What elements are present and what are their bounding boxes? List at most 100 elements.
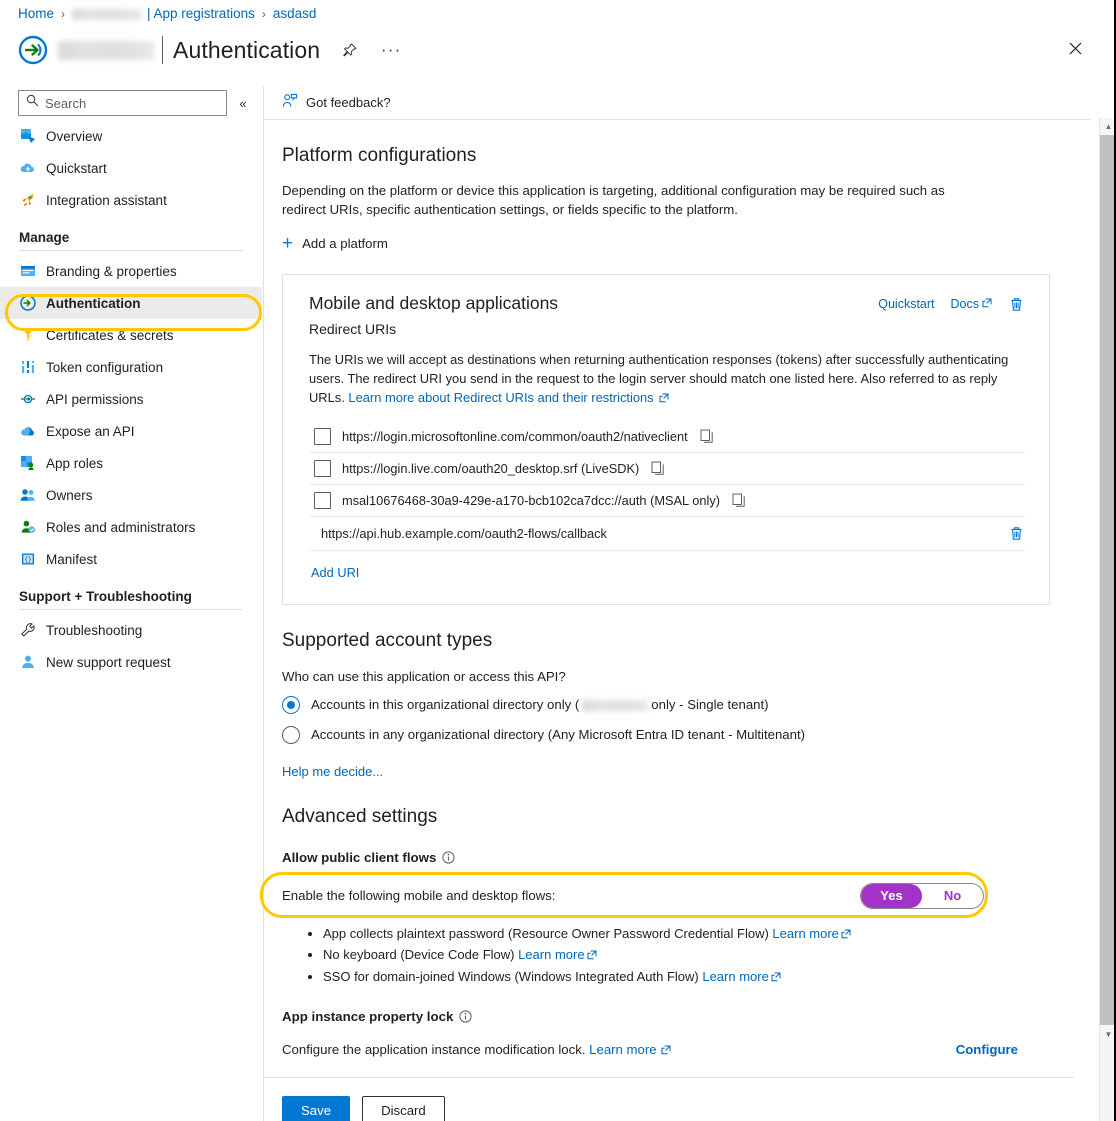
- wrench-icon: [19, 622, 36, 639]
- docs-link[interactable]: Docs: [951, 297, 992, 311]
- got-feedback-button[interactable]: Got feedback?: [282, 89, 399, 116]
- property-lock-row: Configure the application instance modif…: [282, 1042, 1018, 1057]
- property-lock-text: Configure the application instance modif…: [282, 1042, 590, 1057]
- supported-account-types-heading: Supported account types: [282, 629, 493, 651]
- external-link-icon: [769, 969, 781, 984]
- save-button[interactable]: Save: [282, 1096, 351, 1121]
- search-icon: [26, 94, 39, 112]
- breadcrumb-app-registrations[interactable]: | App registrations: [147, 5, 255, 23]
- info-icon[interactable]: [459, 1010, 473, 1023]
- flow-learn-more-link[interactable]: Learn more: [702, 969, 768, 984]
- sidebar-item-authentication[interactable]: Authentication: [0, 287, 262, 319]
- card-header: Mobile and desktop applications Redirect…: [309, 293, 1025, 337]
- main-content: Got feedback? Platform configurations De…: [263, 86, 1091, 1121]
- sidebar-item-overview[interactable]: Overview: [0, 120, 262, 152]
- sidebar-item-label: API permissions: [46, 391, 144, 407]
- sidebar-item-label: Certificates & secrets: [46, 327, 174, 343]
- card-subtitle: Redirect URIs: [309, 320, 397, 337]
- sidebar-item-label: Quickstart: [46, 160, 107, 176]
- toggle-option-yes[interactable]: Yes: [861, 883, 922, 908]
- info-icon[interactable]: [442, 850, 456, 864]
- property-lock-learn-more-link[interactable]: Learn more: [589, 1042, 656, 1057]
- redirect-uri-row: https://login.microsoftonline.com/common…: [309, 421, 1025, 453]
- title-divider: [162, 36, 163, 64]
- flow-list-item: SSO for domain-joined Windows (Windows I…: [323, 966, 1091, 988]
- sidebar-item-manifest[interactable]: {} Manifest: [0, 543, 262, 575]
- delete-platform-button[interactable]: [1008, 296, 1025, 313]
- toggle-option-no[interactable]: No: [922, 884, 983, 908]
- redirect-uri-value: https://login.live.com/oauth20_desktop.s…: [342, 460, 640, 476]
- sidebar-item-label: App roles: [46, 455, 104, 471]
- redirect-uri-checkbox[interactable]: [314, 459, 331, 477]
- public-client-flows-toggle[interactable]: Yes No: [860, 882, 984, 909]
- app-registration-icon: [18, 35, 48, 65]
- sidebar-item-certificates-secrets[interactable]: Certificates & secrets: [0, 319, 262, 351]
- app-roles-icon: [19, 455, 36, 472]
- authentication-icon: [19, 295, 36, 312]
- sidebar-item-api-permissions[interactable]: API permissions: [0, 383, 262, 415]
- add-a-platform-button[interactable]: + Add a platform: [282, 234, 388, 253]
- redirect-uri-checkbox[interactable]: [314, 427, 331, 445]
- docs-label: Docs: [950, 297, 979, 311]
- flow-learn-more-link[interactable]: Learn more: [518, 947, 584, 962]
- account-type-label-before: Accounts in this organizational director…: [311, 697, 580, 712]
- delete-redirect-uri-button[interactable]: [1008, 525, 1025, 542]
- sidebar-item-owners[interactable]: Owners: [0, 479, 262, 511]
- radio-multitenant[interactable]: [282, 725, 300, 744]
- breadcrumb-separator-1: ›: [61, 7, 66, 21]
- account-type-option-multitenant[interactable]: Accounts in any organizational directory…: [282, 725, 1091, 744]
- breadcrumb-home[interactable]: Home: [18, 5, 54, 23]
- sidebar-item-integration-assistant[interactable]: Integration assistant: [0, 184, 262, 216]
- content-scroll-area: Platform configurations Depending on the…: [264, 145, 1091, 1121]
- sidebar-item-token-configuration[interactable]: Token configuration: [0, 351, 262, 383]
- pin-icon[interactable]: [336, 37, 362, 63]
- card-description: The URIs we will accept as destinations …: [309, 350, 1025, 407]
- redirect-uri-row: https://login.live.com/oauth20_desktop.s…: [309, 453, 1025, 485]
- app-instance-property-lock-text: App instance property lock: [282, 1009, 454, 1024]
- mobile-desktop-applications-card: Mobile and desktop applications Redirect…: [282, 273, 1050, 605]
- sidebar-item-branding-properties[interactable]: Branding & properties: [0, 255, 262, 287]
- custom-redirect-uri-value[interactable]: https://api.hub.example.com/oauth2-flows…: [321, 526, 607, 541]
- cloud-icon: [19, 423, 36, 440]
- sidebar-item-troubleshooting[interactable]: Troubleshooting: [0, 614, 262, 646]
- copy-icon[interactable]: [650, 460, 666, 476]
- copy-icon[interactable]: [731, 492, 747, 508]
- redirect-uris-learn-more-link[interactable]: Learn more about Redirect URIs and their…: [348, 390, 653, 405]
- radio-single-tenant[interactable]: [282, 695, 300, 714]
- sidebar-item-app-roles[interactable]: App roles: [0, 447, 262, 479]
- sidebar-search-row: «: [0, 86, 262, 120]
- flow-learn-more-link[interactable]: Learn more: [772, 926, 838, 941]
- svg-text:{}: {}: [24, 556, 31, 563]
- add-uri-link[interactable]: Add URI: [311, 565, 359, 580]
- discard-button[interactable]: Discard: [362, 1096, 445, 1121]
- rocket-icon: [19, 192, 36, 209]
- more-options-icon[interactable]: ···: [378, 37, 404, 63]
- add-a-platform-label: Add a platform: [302, 236, 388, 251]
- close-button[interactable]: [1060, 33, 1090, 63]
- sidebar-item-label: New support request: [46, 654, 171, 670]
- sidebar-item-label: Expose an API: [46, 423, 135, 439]
- search-box[interactable]: [18, 90, 227, 116]
- redacted-app-name: [58, 40, 154, 60]
- account-type-label-after: only - Single tenant): [651, 697, 769, 712]
- sidebar-item-quickstart[interactable]: Quickstart: [0, 152, 262, 184]
- sidebar-item-label: Overview: [46, 128, 103, 144]
- owners-icon: [19, 487, 36, 504]
- configure-link[interactable]: Configure: [956, 1042, 1018, 1057]
- search-input[interactable]: [45, 95, 226, 111]
- copy-icon[interactable]: [699, 428, 715, 444]
- sidebar-item-roles-and-administrators[interactable]: Roles and administrators: [0, 511, 262, 543]
- quickstart-label: Quickstart: [878, 297, 935, 311]
- sidebar: « Overview Quickstart: [0, 86, 262, 1121]
- help-me-decide-link[interactable]: Help me decide...: [282, 764, 383, 779]
- sidebar-item-expose-an-api[interactable]: Expose an API: [0, 415, 262, 447]
- collapse-sidebar-button[interactable]: «: [232, 91, 254, 115]
- command-bar: Got feedback?: [264, 86, 1091, 120]
- sidebar-item-label: Roles and administrators: [46, 519, 196, 535]
- breadcrumb-current[interactable]: asdasd: [273, 5, 317, 23]
- sidebar-item-new-support-request[interactable]: New support request: [0, 646, 262, 678]
- advanced-settings-heading: Advanced settings: [282, 805, 438, 827]
- redirect-uri-checkbox[interactable]: [314, 491, 331, 509]
- account-type-option-single-tenant[interactable]: Accounts in this organizational director…: [282, 695, 1091, 714]
- quickstart-link[interactable]: Quickstart: [878, 297, 934, 311]
